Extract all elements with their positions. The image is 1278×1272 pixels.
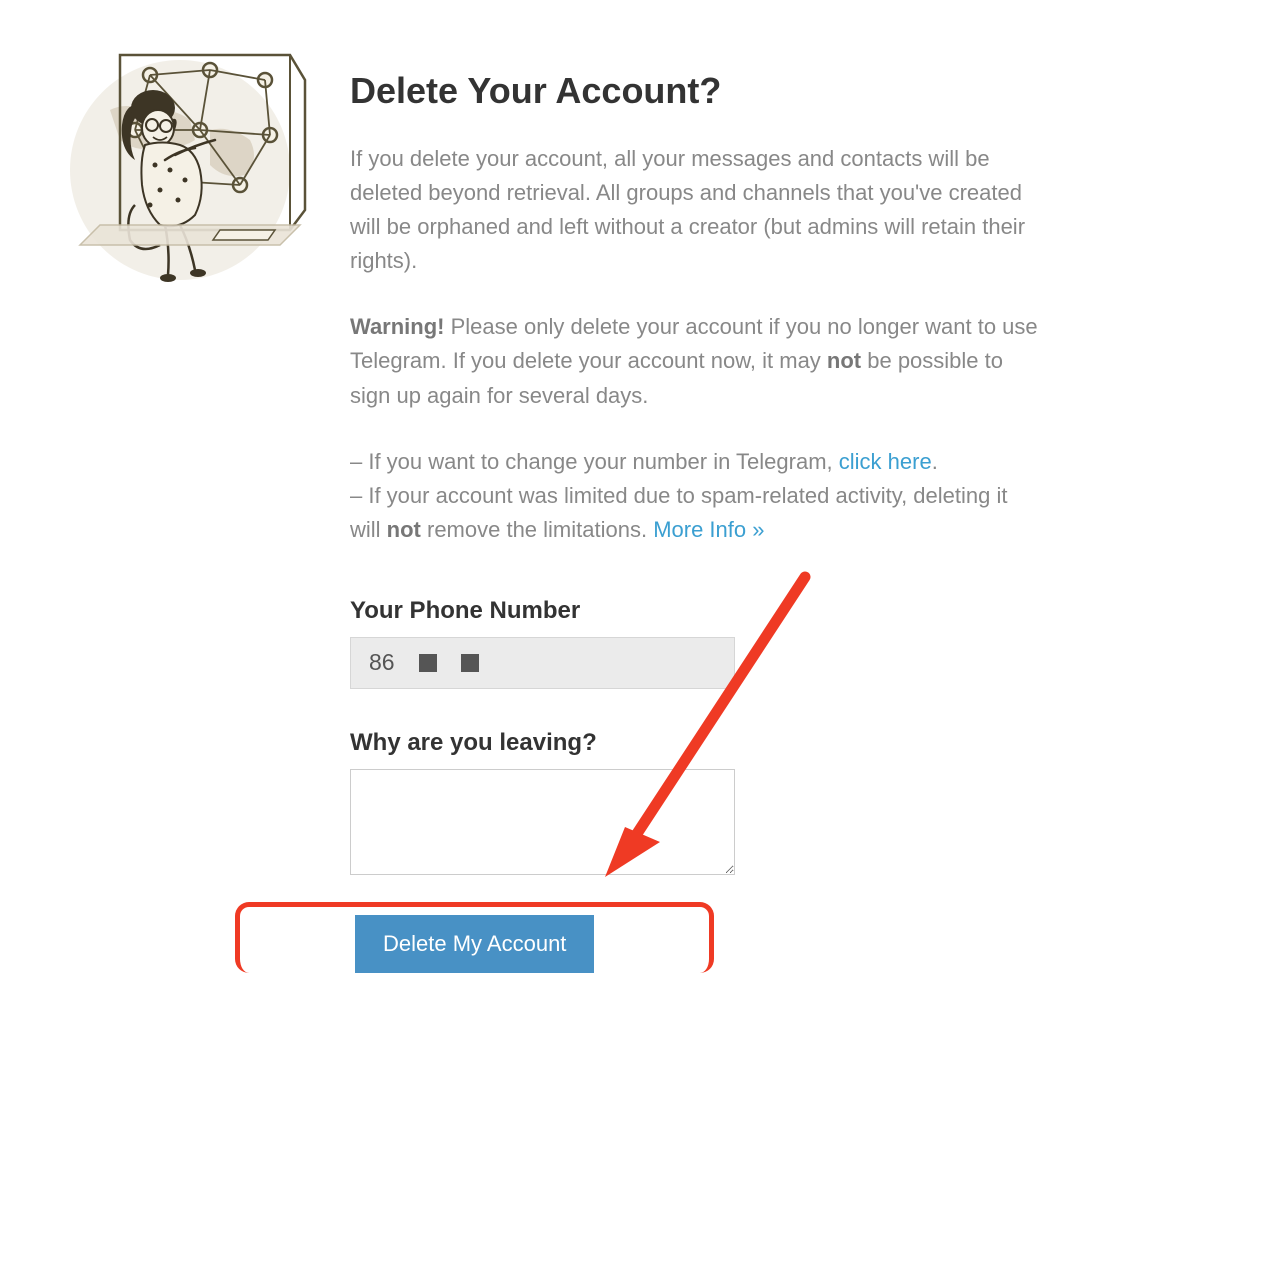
phone-number-value: 86	[369, 649, 395, 676]
illustration-person-network	[40, 20, 320, 973]
spam-limit-suffix: remove the limitations.	[421, 517, 653, 542]
redacted-block-icon	[461, 654, 479, 672]
reason-label: Why are you leaving?	[350, 729, 1040, 757]
phone-number-label: Your Phone Number	[350, 597, 1040, 625]
annotation-highlight-box: Delete My Account	[235, 902, 714, 973]
change-number-link[interactable]: click here	[839, 449, 932, 474]
change-number-prefix: – If you want to change your number in T…	[350, 449, 839, 474]
delete-account-button[interactable]: Delete My Account	[355, 915, 594, 973]
description-paragraph-1: If you delete your account, all your mes…	[350, 142, 1040, 278]
reason-textarea[interactable]	[350, 769, 735, 875]
phone-number-field[interactable]: 86	[350, 637, 735, 689]
page-title: Delete Your Account?	[350, 70, 1040, 112]
change-number-suffix: .	[932, 449, 938, 474]
spam-limit-not: not	[387, 517, 421, 542]
more-info-link[interactable]: More Info »	[653, 517, 764, 542]
warning-label: Warning!	[350, 314, 445, 339]
description-paragraph-3: – If you want to change your number in T…	[350, 445, 1040, 547]
redacted-block-icon	[419, 654, 437, 672]
description-paragraph-2: Warning! Please only delete your account…	[350, 310, 1040, 412]
illustration-svg	[50, 30, 310, 290]
warning-not: not	[827, 348, 861, 373]
